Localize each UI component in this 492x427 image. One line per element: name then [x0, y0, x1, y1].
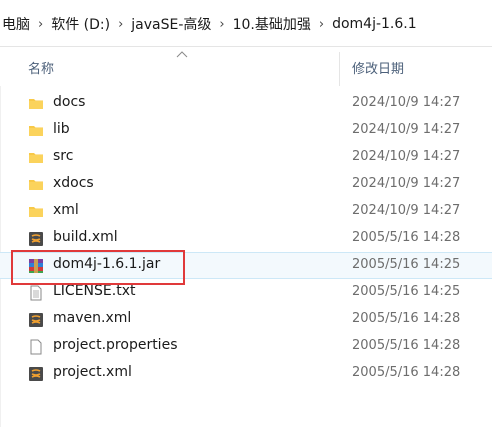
list-item[interactable]: xdocs 2024/10/9 14:27 — [0, 171, 492, 198]
chevron-right-icon[interactable]: › — [32, 17, 49, 32]
list-item[interactable]: build.xml 2005/5/16 14:28 — [0, 225, 492, 252]
file-name: maven.xml — [53, 310, 132, 326]
address-bar[interactable]: 电脑 › 软件 (D:) › javaSE-高级 › 10.基础加强 › dom… — [0, 0, 492, 47]
file-name: lib — [53, 121, 70, 137]
xml-file-icon — [29, 367, 43, 381]
file-date: 2024/10/9 14:27 — [352, 203, 461, 218]
list-item[interactable]: src 2024/10/9 14:27 — [0, 144, 492, 171]
list-item[interactable]: project.properties 2005/5/16 14:28 — [0, 333, 492, 360]
folder-icon — [29, 207, 43, 217]
file-name: project.xml — [53, 364, 132, 380]
file-date: 2005/5/16 14:25 — [352, 257, 461, 272]
breadcrumb-item-current[interactable]: dom4j-1.6.1 — [330, 16, 419, 32]
list-item[interactable]: project.xml 2005/5/16 14:28 — [0, 360, 492, 387]
breadcrumb-item-computer[interactable]: 电脑 — [0, 14, 32, 34]
list-item[interactable]: maven.xml 2005/5/16 14:28 — [0, 306, 492, 333]
text-file-icon — [30, 285, 42, 301]
jar-archive-icon — [29, 259, 43, 273]
file-name: build.xml — [53, 229, 118, 245]
breadcrumb-item-drive[interactable]: 软件 (D:) — [49, 14, 112, 34]
file-date: 2024/10/9 14:27 — [352, 122, 461, 137]
breadcrumb: 电脑 › 软件 (D:) › javaSE-高级 › 10.基础加强 › dom… — [0, 12, 419, 36]
folder-icon — [29, 180, 43, 190]
file-name: xml — [53, 202, 79, 218]
file-date: 2024/10/9 14:27 — [352, 149, 461, 164]
xml-file-icon — [29, 313, 43, 327]
file-date: 2005/5/16 14:25 — [352, 284, 461, 299]
list-item[interactable]: docs 2024/10/9 14:27 — [0, 90, 492, 117]
list-item[interactable]: xml 2024/10/9 14:27 — [0, 198, 492, 225]
file-name: src — [53, 148, 74, 164]
file-date: 2005/5/16 14:28 — [352, 311, 461, 326]
file-date: 2005/5/16 14:28 — [352, 230, 461, 245]
column-header: 名称 修改日期 — [0, 46, 492, 86]
file-list: docs 2024/10/9 14:27 lib 2024/10/9 14:27… — [0, 90, 492, 387]
chevron-right-icon[interactable]: › — [313, 17, 330, 32]
list-item[interactable]: LICENSE.txt 2005/5/16 14:25 — [0, 279, 492, 306]
file-date: 2005/5/16 14:28 — [352, 365, 461, 380]
breadcrumb-item-folder-basics[interactable]: 10.基础加强 — [231, 14, 313, 34]
xml-file-icon — [29, 232, 43, 246]
list-item-selected[interactable]: dom4j-1.6.1.jar 2005/5/16 14:25 — [0, 252, 492, 279]
file-date: 2005/5/16 14:28 — [352, 338, 461, 353]
folder-icon — [29, 153, 43, 163]
folder-icon — [29, 126, 43, 136]
file-name: LICENSE.txt — [53, 283, 136, 299]
chevron-right-icon[interactable]: › — [112, 17, 129, 32]
column-name-header[interactable]: 名称 — [28, 58, 54, 77]
column-date-header[interactable]: 修改日期 — [352, 58, 404, 77]
column-divider[interactable] — [339, 52, 340, 86]
folder-icon — [29, 99, 43, 109]
file-name: xdocs — [53, 175, 94, 191]
file-date: 2024/10/9 14:27 — [352, 95, 461, 110]
file-date: 2024/10/9 14:27 — [352, 176, 461, 191]
list-item[interactable]: lib 2024/10/9 14:27 — [0, 117, 492, 144]
sort-ascending-icon — [176, 51, 188, 58]
breadcrumb-item-folder-javase[interactable]: javaSE-高级 — [129, 14, 213, 34]
chevron-right-icon[interactable]: › — [213, 17, 230, 32]
text-file-icon — [30, 339, 42, 355]
file-name: project.properties — [53, 337, 178, 353]
file-name: docs — [53, 94, 86, 110]
file-name: dom4j-1.6.1.jar — [53, 256, 161, 272]
